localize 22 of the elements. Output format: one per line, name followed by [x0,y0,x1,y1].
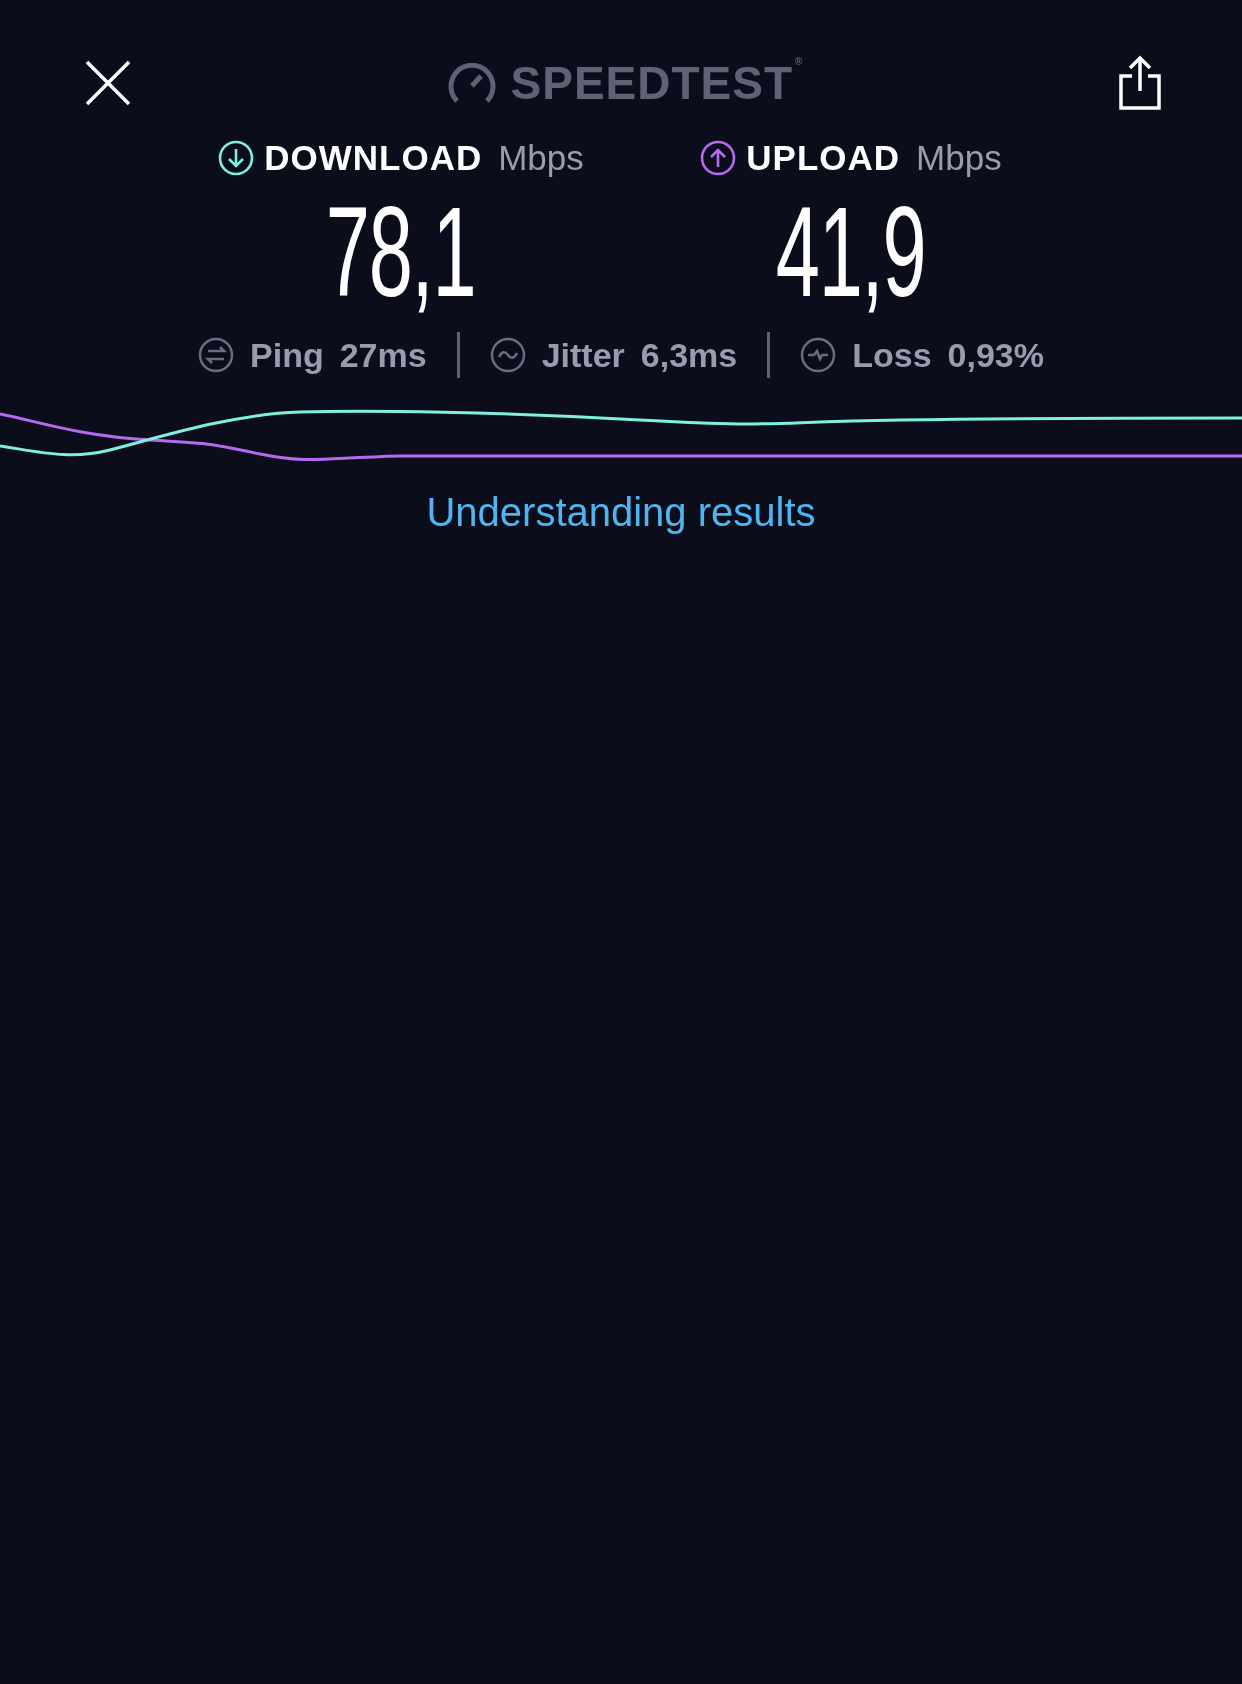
share-button[interactable] [1118,55,1162,111]
result-label: UPLOAD [746,138,901,178]
metric-label: Loss [852,335,932,375]
result-label: DOWNLOAD [264,138,483,178]
speed-value: 78,1 [326,188,476,316]
unit-label: Mbps [498,138,584,178]
share-icon [1118,55,1162,111]
metric-value: 0,93% [947,335,1044,375]
metric-label: Ping [250,335,324,375]
app-logo-text: SPEEDTEST® [510,56,804,110]
unit-label: Mbps [916,138,1002,178]
speed-value: 41,9 [776,188,926,316]
jitter-icon [489,337,526,373]
loss-icon [800,337,837,373]
close-button[interactable] [84,59,132,107]
speedometer-icon [446,61,497,105]
metric-value: 6,3ms [640,335,738,375]
metric-label: Jitter [541,335,625,375]
ping-icon [198,337,234,373]
understanding-results-link[interactable]: Understanding results [426,490,816,535]
metric-value: 27ms [339,335,427,375]
close-icon [84,59,132,107]
